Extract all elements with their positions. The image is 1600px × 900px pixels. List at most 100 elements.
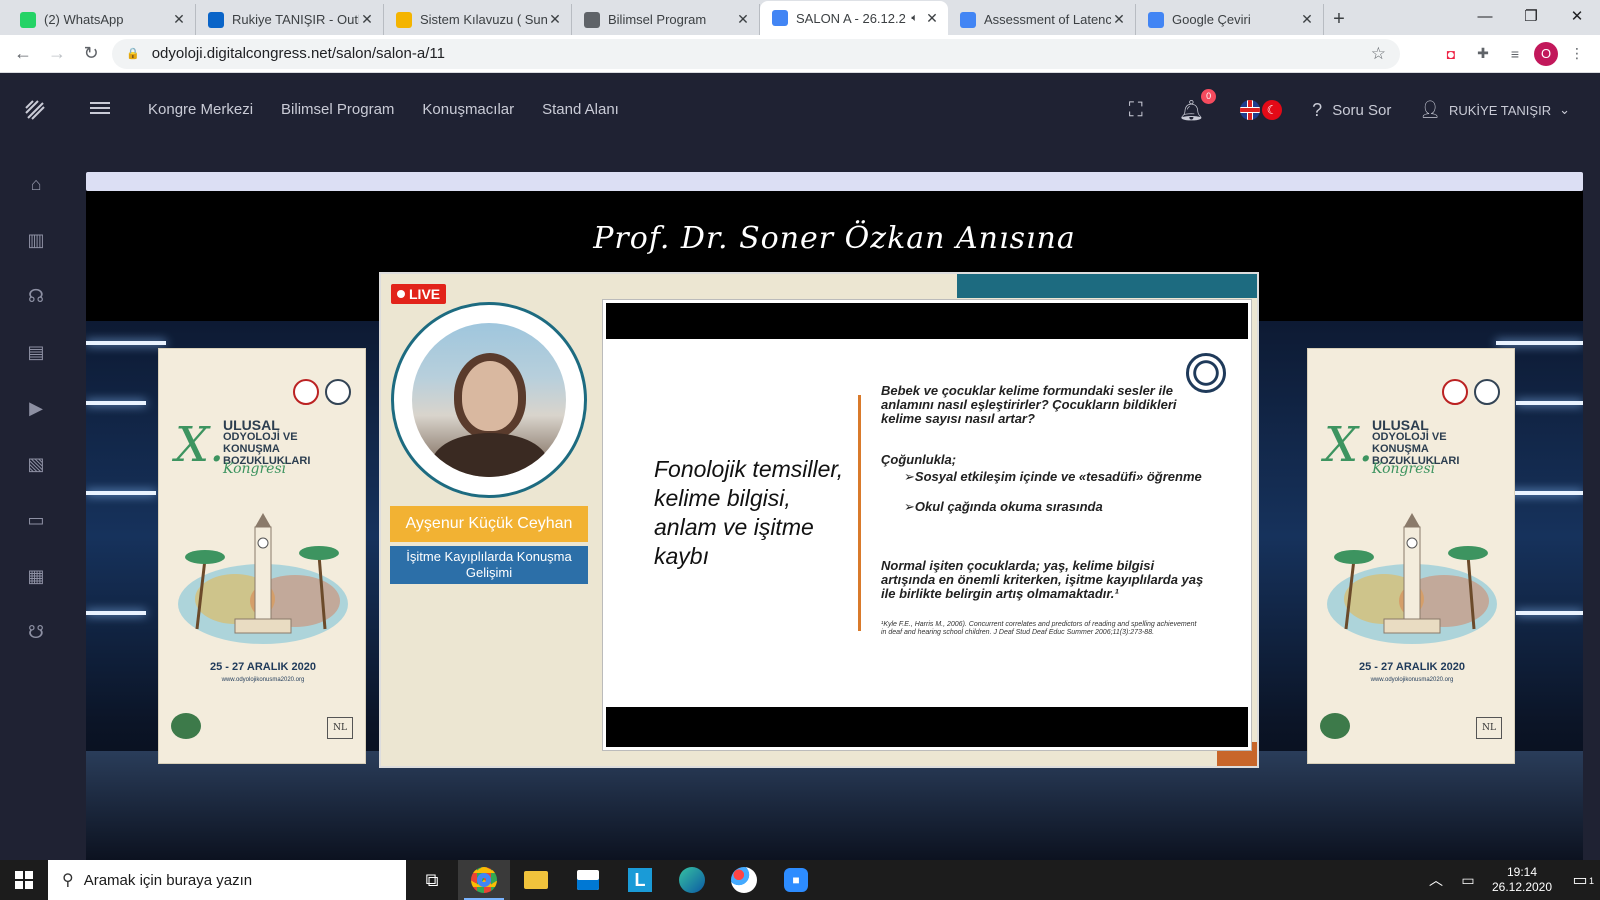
- restore-button[interactable]: ❐: [1508, 0, 1554, 32]
- tab-title: Assessment of Latency: [984, 12, 1111, 27]
- media-control-icon[interactable]: ≡: [1502, 41, 1528, 67]
- live-dot-icon: [397, 290, 405, 298]
- live-label: LIVE: [409, 286, 441, 302]
- live-video-player[interactable]: LIVE Ayşenur Küçük Ceyhan İşitme Kayıplı…: [379, 272, 1259, 768]
- taskbar-search[interactable]: ⚲ Aramak için buraya yazın: [48, 860, 406, 900]
- stand-icon[interactable]: ▦: [24, 564, 48, 588]
- stage-top-strip: [86, 172, 1583, 191]
- presentation-slide: Fonolojik temsiller, kelime bilgisi, anl…: [603, 300, 1251, 750]
- tab-close-icon[interactable]: ✕: [171, 11, 187, 28]
- tab-audio-icon[interactable]: 🔈︎: [911, 12, 918, 25]
- bookmark-star-icon[interactable]: ☆: [1371, 44, 1386, 64]
- browser-tab[interactable]: (2) WhatsApp ✕: [8, 4, 196, 35]
- reload-button[interactable]: ↻: [74, 37, 108, 71]
- tab-title: SALON A - 26.12.2: [796, 10, 906, 26]
- banner-logos: [1442, 379, 1500, 405]
- new-tab-button[interactable]: +: [1324, 4, 1354, 35]
- clock-tower-illustration: [178, 513, 348, 644]
- fullscreen-icon[interactable]: ⛶: [1129, 99, 1143, 122]
- browser-tab[interactable]: Rukiye TANIŞIR - Outlo ✕: [196, 4, 384, 35]
- search-icon: ⚲: [62, 872, 74, 889]
- edge-icon[interactable]: [666, 860, 718, 900]
- more-menu-icon[interactable]: ⋮: [1564, 41, 1590, 67]
- browser-tab[interactable]: Bilimsel Program ✕: [572, 4, 760, 35]
- tab-close-icon[interactable]: ✕: [735, 11, 751, 28]
- document-icon[interactable]: ▤: [24, 340, 48, 364]
- l-app-icon[interactable]: L: [614, 860, 666, 900]
- tab-favicon-icon: [396, 11, 412, 28]
- tab-close-icon[interactable]: ✕: [1111, 11, 1127, 28]
- battery-icon[interactable]: ▭: [1452, 872, 1484, 889]
- flag-uk-icon[interactable]: [1240, 100, 1261, 120]
- banner-line2: ODYOLOJİ VE: [1372, 431, 1447, 443]
- home-icon[interactable]: ⌂: [24, 172, 48, 196]
- action-center-icon[interactable]: ▭ 1: [1560, 870, 1600, 890]
- site-logo-icon[interactable]: [24, 99, 46, 121]
- store-icon[interactable]: [562, 860, 614, 900]
- start-button[interactable]: [0, 860, 48, 900]
- chrome-taskbar-icon[interactable]: [458, 860, 510, 900]
- zoom-icon[interactable]: ■: [770, 860, 822, 900]
- back-button[interactable]: ←: [6, 37, 40, 71]
- browser-tab[interactable]: SALON A - 26.12.2 🔈︎ ✕: [760, 1, 948, 35]
- profile-avatar[interactable]: O: [1534, 41, 1558, 66]
- slide-bullet-2: ➢Okul çağında okuma sırasında: [904, 499, 1103, 514]
- tab-title: Sistem Kılavuzu ( Sunu: [420, 12, 547, 27]
- live-badge: LIVE: [391, 284, 447, 304]
- notification-badge: 0: [1201, 88, 1217, 104]
- banner-script: Kongresi: [1372, 461, 1436, 477]
- browser-tab[interactable]: Assessment of Latency ✕: [948, 4, 1136, 35]
- sponsor-logo-icon: [1320, 713, 1350, 739]
- ask-question-button[interactable]: ? Soru Sor: [1312, 100, 1391, 121]
- nav-kongre-merkezi[interactable]: Kongre Merkezi: [148, 101, 253, 118]
- nav-bilimsel-program[interactable]: Bilimsel Program: [281, 101, 394, 118]
- play-icon[interactable]: ▶: [24, 396, 48, 420]
- nl-logo: NL: [327, 717, 353, 739]
- tab-title: Google Çeviri: [1172, 12, 1251, 27]
- close-window-button[interactable]: ✕: [1554, 0, 1600, 32]
- tab-close-icon[interactable]: ✕: [547, 11, 563, 28]
- nav-stand-alani[interactable]: Stand Alanı: [542, 101, 619, 118]
- user-menu[interactable]: 👤︎ RUKİYE TANIŞIR ⌄: [1419, 100, 1570, 120]
- headset-icon[interactable]: ☋: [24, 620, 48, 644]
- user-icon: 👤︎: [1419, 100, 1441, 119]
- light-beam: [86, 401, 146, 405]
- nav-konusmacilar[interactable]: Konuşmacılar: [422, 101, 514, 118]
- tab-favicon-icon: [960, 11, 976, 28]
- tab-favicon-icon: [584, 11, 600, 28]
- tab-close-icon[interactable]: ✕: [1299, 11, 1315, 28]
- light-beam: [1516, 611, 1583, 615]
- book-icon[interactable]: ▥: [24, 228, 48, 252]
- slide-divider: [858, 395, 861, 631]
- tab-close-icon[interactable]: ✕: [924, 10, 940, 27]
- browser-tab[interactable]: Sistem Kılavuzu ( Sunu ✕: [384, 4, 572, 35]
- notification-bell-icon[interactable]: 🔔︎ 0: [1179, 88, 1217, 123]
- forward-button[interactable]: →: [40, 37, 74, 71]
- banner-title: ULUSAL ODYOLOJİ VE KONUŞMA BOZUKLUKLARI: [223, 418, 363, 467]
- url-omnibox[interactable]: 🔒 odyoloji.digitalcongress.net/salon/sal…: [112, 38, 1400, 69]
- chat-icon[interactable]: ▭: [24, 508, 48, 532]
- tab-close-icon[interactable]: ✕: [359, 11, 375, 28]
- slide-letterbox-top: [606, 303, 1248, 339]
- banner-numeral: X.: [1324, 417, 1374, 473]
- chevron-up-icon[interactable]: ︿: [1420, 870, 1452, 890]
- light-beam: [86, 611, 146, 615]
- lock-icon: 🔒: [126, 48, 140, 60]
- browser-tab[interactable]: Google Çeviri ✕: [1136, 4, 1324, 35]
- minimize-button[interactable]: —: [1462, 0, 1508, 32]
- paint-icon[interactable]: [718, 860, 770, 900]
- taskbar-clock[interactable]: 19:14 26.12.2020: [1484, 865, 1560, 895]
- extensions-area: ◘ ✚ ≡ O ⋮: [1438, 41, 1590, 67]
- banner-numeral: X.: [175, 417, 225, 473]
- pocket-icon[interactable]: ◘: [1438, 41, 1464, 67]
- virtual-stage: Prof. Dr. Soner Özkan Anısına X. ULUSAL …: [86, 191, 1583, 860]
- extensions-puzzle-icon[interactable]: ✚: [1470, 41, 1496, 67]
- speakers-icon[interactable]: ☊: [24, 284, 48, 308]
- flag-tr-icon[interactable]: ☾: [1262, 100, 1283, 120]
- pdf-icon[interactable]: ▧: [24, 452, 48, 476]
- file-explorer-icon[interactable]: [510, 860, 562, 900]
- banner-date: 25 - 27 ARALIK 2020: [210, 661, 316, 673]
- frame-accent-teal: [957, 274, 1257, 298]
- menu-hamburger-icon[interactable]: [90, 99, 110, 119]
- task-view-icon[interactable]: ⧉: [406, 860, 458, 900]
